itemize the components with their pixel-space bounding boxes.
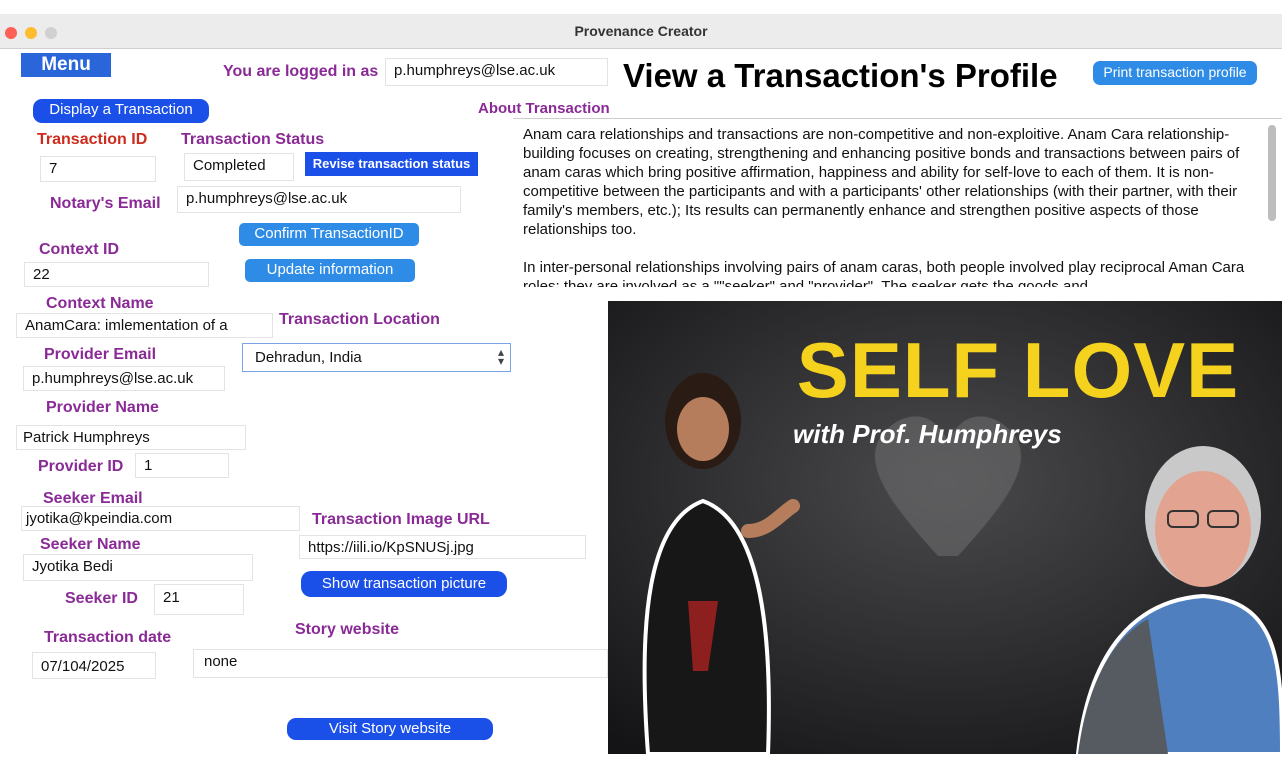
transaction-location-select[interactable]: Dehradun, India ▴ ▾ [242,343,511,372]
provider-email-field[interactable]: p.humphreys@lse.ac.uk [23,366,225,391]
story-website-label: Story website [295,621,400,638]
context-id-label: Context ID [39,241,119,258]
print-profile-button[interactable]: Print transaction profile [1093,61,1257,85]
provider-id-label: Provider ID [38,458,124,475]
top-strip [0,0,1282,14]
picture-subtitle: with Prof. Humphreys [793,419,1062,449]
show-transaction-picture-button[interactable]: Show transaction picture [301,571,507,597]
about-scrollbar[interactable] [1268,125,1276,221]
provider-name-label: Provider Name [46,399,159,416]
transaction-status-field[interactable]: Completed [184,153,294,181]
context-id-field[interactable]: 22 [24,262,209,287]
visit-story-website-button[interactable]: Visit Story website [287,718,493,740]
picture-headline: SELF LOVE [796,326,1240,414]
about-transaction-textarea[interactable]: Anam cara relationships and transactions… [513,118,1282,287]
about-paragraph-1: Anam cara relationships and transactions… [523,126,1240,238]
provider-email-label: Provider Email [44,346,157,363]
seeker-name-label: Seeker Name [40,536,141,553]
transaction-id-field[interactable]: 7 [40,156,156,182]
transaction-date-label: Transaction date [44,629,172,646]
transaction-location-label: Transaction Location [279,311,440,328]
menu-button[interactable]: Menu [21,53,111,77]
seeker-name-field[interactable]: Jyotika Bedi [23,554,253,581]
logged-in-label: You are logged in as [223,63,379,80]
image-url-field[interactable]: https://iili.io/KpSNUSj.jpg [299,535,586,559]
display-transaction-button[interactable]: Display a Transaction [33,99,209,123]
update-information-button[interactable]: Update information [245,259,415,282]
context-name-field[interactable]: AnamCara: imlementation of a [16,313,273,338]
seeker-id-field[interactable]: 21 [154,584,244,615]
image-url-label: Transaction Image URL [312,511,490,528]
transaction-location-value: Dehradun, India [255,349,362,366]
revise-status-button[interactable]: Revise transaction status [305,152,478,176]
provider-name-field[interactable]: Patrick Humphreys [16,425,246,450]
window-title: Provenance Creator [574,23,708,39]
transaction-date-field[interactable]: 07/104/2025 [32,652,156,679]
about-paragraph-2: In inter-personal relationships involvin… [523,259,1245,287]
about-transaction-label: About Transaction [478,100,610,117]
transaction-status-label: Transaction Status [181,131,325,148]
transaction-id-label: Transaction ID [37,131,148,148]
notary-email-field[interactable]: p.humphreys@lse.ac.uk [177,186,461,213]
logged-in-user-field: p.humphreys@lse.ac.uk [385,58,608,86]
transaction-picture: SELF LOVE with Prof. Humphreys [608,301,1282,754]
confirm-transaction-id-button[interactable]: Confirm TransactionID [239,223,419,246]
context-name-label: Context Name [46,295,154,312]
select-arrows-icon: ▴ ▾ [497,345,504,368]
page-title: View a Transaction's Profile [623,57,1058,94]
provider-id-field[interactable]: 1 [135,453,229,478]
seeker-id-label: Seeker ID [65,590,138,607]
seeker-email-field[interactable]: jyotika@kpeindia.com [21,506,300,531]
story-website-field[interactable]: none [193,649,608,678]
notary-email-label: Notary's Email [50,195,161,212]
